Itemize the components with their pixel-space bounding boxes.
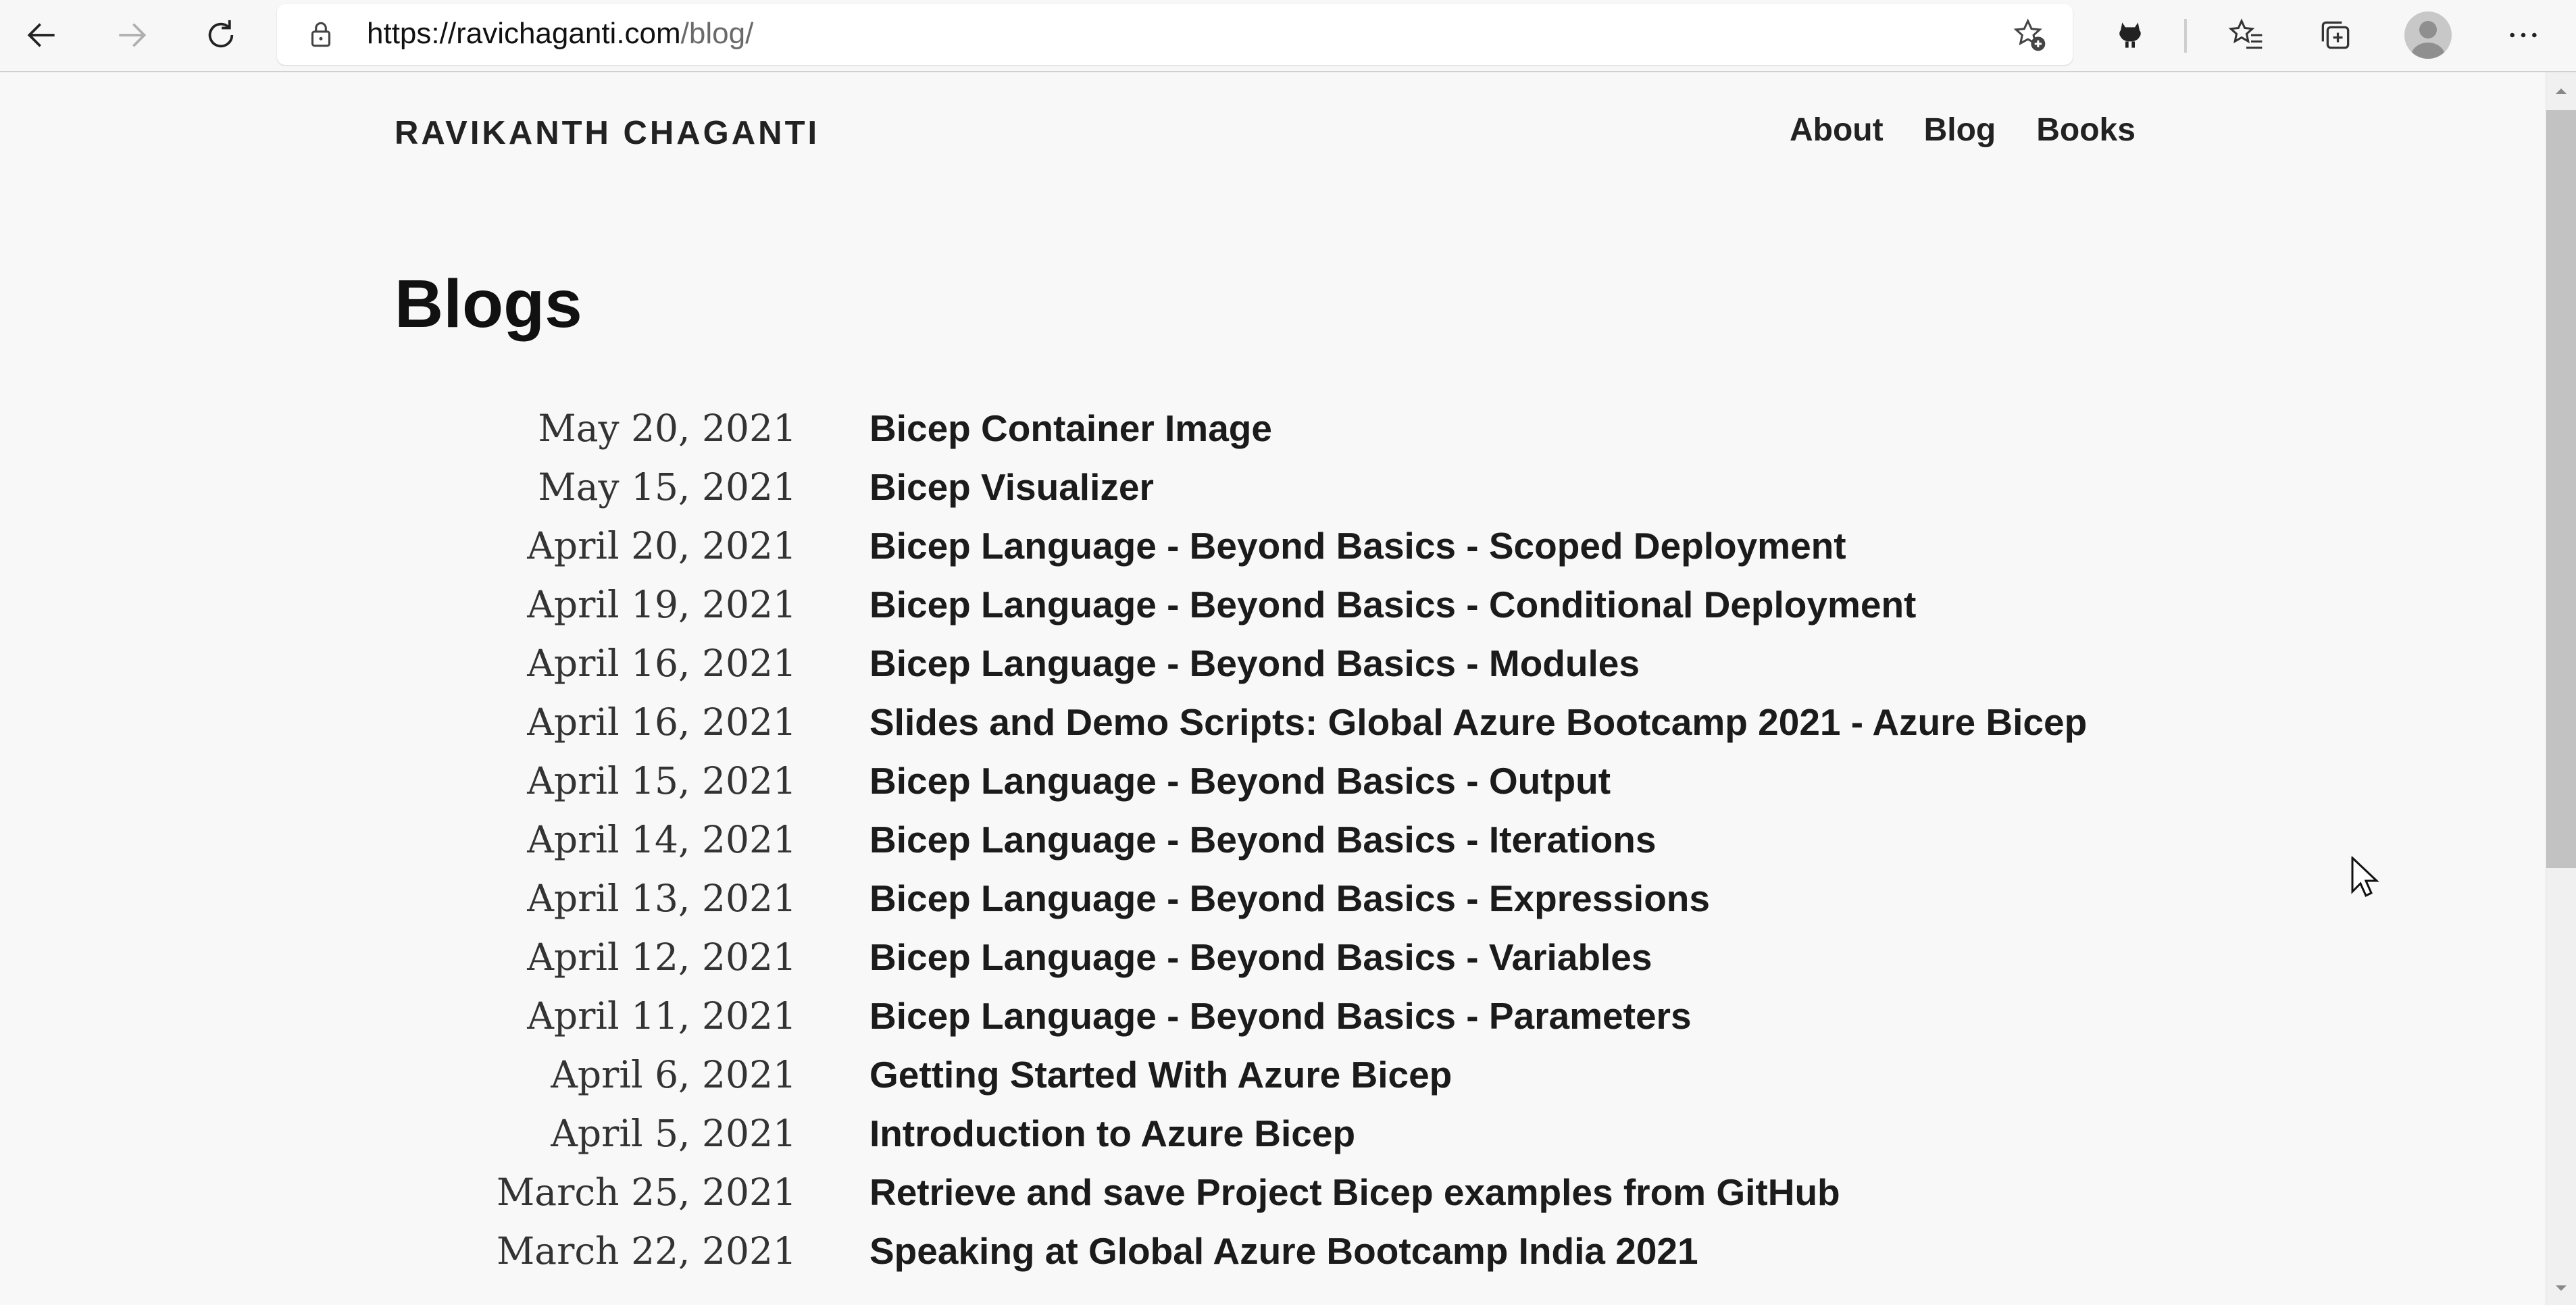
post-date: April 5, 2021: [551, 1112, 797, 1155]
nav-about-link[interactable]: About: [1790, 111, 1884, 149]
post-title-link[interactable]: Getting Started With Azure Bicep: [869, 1051, 1452, 1098]
post-title-link[interactable]: Bicep Language - Beyond Basics - Scoped …: [869, 522, 1846, 569]
toolbar-divider: [2184, 19, 2187, 53]
nav-books-link[interactable]: Books: [2036, 111, 2136, 149]
post-date: March 22, 2021: [496, 1229, 797, 1273]
post-date: April 6, 2021: [551, 1053, 797, 1096]
post-title-link[interactable]: Retrieve and save Project Bicep examples…: [869, 1169, 1840, 1216]
post-date: April 20, 2021: [527, 524, 797, 567]
post-date: April 15, 2021: [527, 759, 797, 802]
post-title-link[interactable]: Introduction to Azure Bicep: [869, 1110, 1355, 1157]
post-date: April 12, 2021: [527, 936, 797, 979]
post-row: April 16, 2021 Slides and Demo Scripts: G…: [0, 698, 2500, 757]
post-list: May 20, 2021 Bicep Container Image May 15,…: [0, 405, 2500, 1286]
post-title-link[interactable]: Bicep Language - Beyond Basics - Iterati…: [869, 816, 1656, 863]
refresh-icon: [208, 20, 234, 48]
favorites-button[interactable]: [2219, 9, 2273, 61]
url-host: https://ravichaganti.com: [367, 17, 681, 50]
post-date: April 16, 2021: [527, 700, 797, 744]
post-title-link[interactable]: Bicep Language - Beyond Basics - Output: [869, 757, 1611, 804]
star-plus-icon[interactable]: [2011, 16, 2048, 54]
post-row: April 14, 2021 Bicep Language - Beyond Ba…: [0, 816, 2500, 875]
post-row: April 16, 2021 Bicep Language - Beyond Ba…: [0, 640, 2500, 698]
post-row: May 20, 2021 Bicep Container Image: [0, 405, 2500, 463]
scroll-thumb[interactable]: [2546, 110, 2576, 868]
refresh-button[interactable]: [194, 9, 248, 61]
post-title-link[interactable]: Bicep Language - Beyond Basics - Variabl…: [869, 933, 1652, 981]
scroll-down-arrow-icon[interactable]: [2554, 1281, 2568, 1295]
github-extension-icon: [2119, 22, 2141, 48]
post-title-link[interactable]: Bicep Language - Beyond Basics - Modules: [869, 640, 1640, 687]
arrow-right-icon: [119, 23, 147, 47]
post-row: March 22, 2021 Speaking at Global Azure B…: [0, 1227, 2500, 1286]
post-title-link[interactable]: Bicep Language - Beyond Basics - Paramet…: [869, 992, 1692, 1040]
post-date: April 16, 2021: [527, 642, 797, 685]
post-row: April 20, 2021 Bicep Language - Beyond Ba…: [0, 522, 2500, 581]
post-title-link[interactable]: Bicep Container Image: [869, 405, 1272, 452]
post-date: May 20, 2021: [538, 407, 797, 450]
post-row: May 15, 2021 Bicep Visualizer: [0, 463, 2500, 522]
profile-avatar-icon[interactable]: [2404, 11, 2452, 59]
post-row: March 25, 2021 Retrieve and save Project …: [0, 1169, 2500, 1227]
collections-button[interactable]: [2308, 9, 2363, 61]
site-title[interactable]: RAVIKANTH CHAGANTI: [395, 114, 819, 152]
site-nav: About Blog Books: [1790, 111, 2176, 149]
browser-toolbar: https://ravichaganti.com/blog/: [0, 0, 2576, 72]
url-path: /blog/: [680, 17, 754, 50]
collections-icon: [2321, 21, 2350, 49]
post-title-link[interactable]: Speaking at Global Azure Bootcamp India …: [869, 1227, 1698, 1275]
arrow-left-icon: [27, 23, 55, 47]
nav-blog-link[interactable]: Blog: [1924, 111, 1996, 149]
mouse-cursor-icon: [2351, 856, 2379, 898]
post-title-link[interactable]: Bicep Visualizer: [869, 463, 1154, 511]
page-title: Blogs: [395, 266, 582, 342]
post-date: April 13, 2021: [527, 877, 797, 920]
lock-icon[interactable]: [304, 18, 338, 51]
address-bar[interactable]: https://ravichaganti.com/blog/: [277, 4, 2073, 65]
post-row: April 13, 2021 Bicep Language - Beyond Ba…: [0, 875, 2500, 933]
post-row: April 15, 2021 Bicep Language - Beyond Ba…: [0, 757, 2500, 816]
post-row: April 12, 2021 Bicep Language - Beyond Ba…: [0, 933, 2500, 992]
post-date: March 25, 2021: [496, 1171, 797, 1214]
back-button[interactable]: [15, 9, 69, 61]
post-title-link[interactable]: Bicep Language - Beyond Basics - Conditi…: [869, 581, 1916, 628]
url-text[interactable]: https://ravichaganti.com/blog/: [367, 15, 753, 53]
github-extension-button[interactable]: [2103, 9, 2157, 61]
settings-more-button[interactable]: [2496, 9, 2550, 61]
favorites-list-icon: [2228, 18, 2263, 49]
post-row: April 19, 2021 Bicep Language - Beyond Ba…: [0, 581, 2500, 640]
post-date: April 11, 2021: [527, 994, 797, 1038]
post-date: May 15, 2021: [538, 465, 797, 509]
post-title-link[interactable]: Bicep Language - Beyond Basics - Express…: [869, 875, 1710, 922]
web-page: RAVIKANTH CHAGANTI About Blog Books Blog…: [0, 72, 2546, 1305]
forward-button[interactable]: [105, 9, 159, 61]
post-row: April 5, 2021 Introduction to Azure Bicep: [0, 1110, 2500, 1169]
post-row: April 6, 2021 Getting Started With Azure …: [0, 1051, 2500, 1110]
post-date: April 19, 2021: [527, 583, 797, 626]
post-date: April 14, 2021: [527, 818, 797, 861]
more-icon: [2510, 32, 2537, 38]
page-scrollbar[interactable]: [2546, 72, 2576, 1305]
post-row: April 11, 2021 Bicep Language - Beyond Ba…: [0, 992, 2500, 1051]
post-title-link[interactable]: Slides and Demo Scripts: Global Azure Bo…: [869, 698, 2087, 746]
scroll-up-arrow-icon[interactable]: [2554, 84, 2568, 98]
